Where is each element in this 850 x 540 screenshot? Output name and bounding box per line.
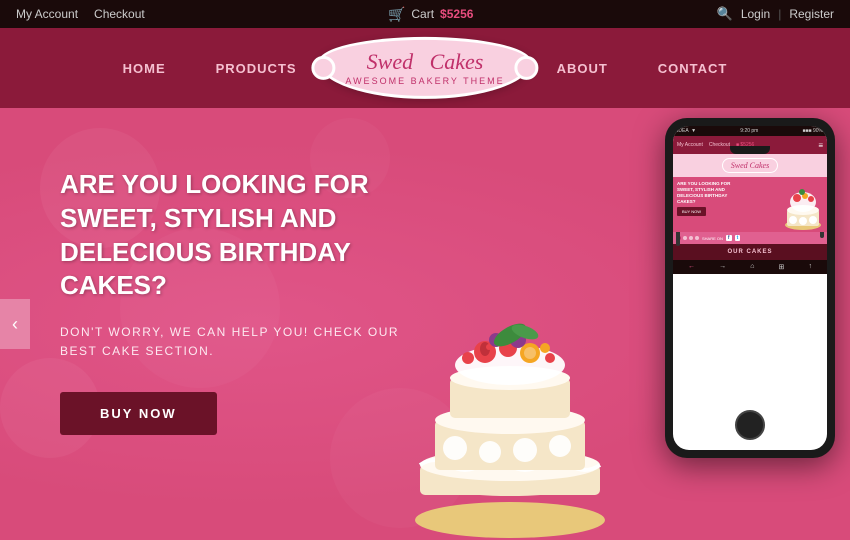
- phone-home-button[interactable]: [735, 410, 765, 440]
- phone-fb-icon: f: [726, 235, 732, 241]
- nav-products[interactable]: PRODUCTS: [216, 61, 297, 76]
- phone-dots: [677, 236, 699, 240]
- phone-twitter-icon: t: [735, 235, 741, 241]
- nav-home[interactable]: HOME: [123, 61, 166, 76]
- phone-share-icon[interactable]: ↑: [808, 263, 812, 271]
- phone-forward-icon[interactable]: →: [719, 263, 726, 271]
- phone-bottom-nav: ← → ⌂ ⊞ ↑: [673, 260, 827, 274]
- phone-buy-button[interactable]: BUY NOW: [677, 207, 706, 216]
- cart-label: Cart: [411, 7, 434, 21]
- phone-my-account: My Account: [677, 142, 703, 148]
- top-bar-center: 🛒 Cart $5256: [388, 6, 473, 23]
- login-link[interactable]: Login: [741, 7, 770, 21]
- hero-subtitle: DON'T WORRY, WE CAN HELP YOU! CHECK OUR …: [60, 323, 440, 361]
- phone-notch: [730, 146, 770, 154]
- top-bar-left: My Account Checkout: [16, 7, 145, 21]
- phone-bookmarks-icon[interactable]: ⊞: [779, 263, 785, 271]
- phone-frame: IDEA ▼ 9:20 pm ■■■ 90% My Account Checko…: [665, 118, 835, 458]
- logo-text: Swed Cakes: [345, 50, 504, 74]
- search-icon[interactable]: 🔍: [717, 6, 733, 22]
- phone-logo-badge: Swed Cakes: [722, 158, 778, 173]
- phone-hero-text: ARE YOU LOOKING FOR SWEET, STYLISH AND D…: [677, 181, 742, 204]
- phone-logo-area: Swed Cakes: [673, 154, 827, 177]
- phone-hero: ARE YOU LOOKING FOR SWEET, STYLISH AND D…: [673, 177, 827, 232]
- logo-sub: Awesome Bakery Theme: [345, 76, 504, 86]
- logo-badge: Swed Cakes Awesome Bakery Theme: [318, 37, 531, 99]
- phone-checkout: Checkout: [709, 142, 730, 148]
- hero-title: ARE YOU LOOKING FOR SWEET, STYLISH AND D…: [60, 168, 440, 303]
- phone-our-cakes: OUR CAKES: [673, 244, 827, 260]
- logo-container: Swed Cakes Awesome Bakery Theme: [318, 37, 531, 99]
- nav-about[interactable]: ABOUT: [557, 61, 608, 76]
- checkout-link[interactable]: Checkout: [94, 7, 145, 21]
- buy-now-button[interactable]: BUY NOW: [60, 392, 217, 435]
- phone-menu-icon: ≡: [818, 141, 823, 150]
- phone-mockup: IDEA ▼ 9:20 pm ■■■ 90% My Account Checko…: [650, 108, 850, 540]
- register-link[interactable]: Register: [789, 7, 834, 21]
- my-account-link[interactable]: My Account: [16, 7, 78, 21]
- cake-image: [400, 280, 620, 540]
- nav-bar: HOME PRODUCTS ABOUT CONTACT Swed Cakes A…: [0, 28, 850, 108]
- top-bar: My Account Checkout 🛒 Cart $5256 🔍 Login…: [0, 0, 850, 28]
- phone-screen: IDEA ▼ 9:20 pm ■■■ 90% My Account Checko…: [673, 126, 827, 450]
- dot-2: [683, 236, 687, 240]
- phone-home-icon[interactable]: ⌂: [750, 263, 754, 271]
- dot-4: [695, 236, 699, 240]
- phone-cake-image: [783, 182, 823, 232]
- hero-section: ARE YOU LOOKING FOR SWEET, STYLISH AND D…: [0, 108, 850, 540]
- phone-share-label: SHARE ON: [702, 236, 723, 241]
- phone-logo-text: Swed Cakes: [731, 161, 769, 170]
- cart-price: $5256: [440, 7, 473, 21]
- phone-share-bar: SHARE ON f t: [673, 232, 827, 244]
- divider: |: [778, 7, 781, 21]
- cart-icon: 🛒: [388, 6, 405, 23]
- prev-arrow-button[interactable]: ‹: [0, 299, 30, 349]
- nav-contact[interactable]: CONTACT: [658, 61, 728, 76]
- dot-3: [689, 236, 693, 240]
- phone-topbar: IDEA ▼ 9:20 pm ■■■ 90%: [673, 126, 827, 136]
- hero-content: ARE YOU LOOKING FOR SWEET, STYLISH AND D…: [60, 168, 440, 435]
- phone-back-icon[interactable]: ←: [688, 263, 695, 271]
- top-bar-right: 🔍 Login | Register: [717, 6, 834, 22]
